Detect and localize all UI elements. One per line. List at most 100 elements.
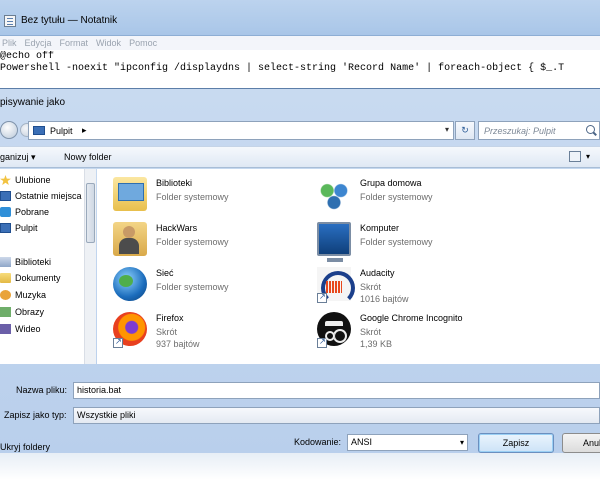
nav-item-desktop[interactable]: Pulpit — [0, 221, 38, 235]
file-name: Komputer — [360, 223, 400, 233]
file-item[interactable]: Sieć Folder systemowy — [113, 265, 343, 309]
notepad-icon — [4, 15, 16, 27]
nav-item-recent-places[interactable]: Ostatnie miejsca — [0, 189, 82, 203]
menu-edit[interactable]: Edycja — [25, 38, 52, 48]
views-icon[interactable] — [569, 151, 581, 162]
file-item[interactable]: Biblioteki Folder systemowy — [113, 175, 343, 219]
nav-item-label: Muzyka — [15, 290, 47, 300]
nav-scrollbar-thumb[interactable] — [86, 183, 95, 243]
dialog-footer: Ukryj foldery Kodowanie: ANSI ▾ Zapisz A… — [0, 426, 600, 454]
desktop-background — [0, 453, 600, 480]
menu-file[interactable]: Plik — [2, 38, 17, 48]
chevron-down-icon: ▾ — [459, 438, 464, 447]
save-as-dialog: pisywanie jako Pulpit ▸ ▾ ↻ Przeszukaj: … — [0, 88, 600, 453]
video-icon — [0, 324, 11, 334]
file-name: Google Chrome Incognito — [360, 313, 463, 323]
text-editor[interactable]: @echo off Powershell -noexit "ipconfig /d… — [0, 51, 600, 83]
search-icon — [586, 125, 595, 134]
search-input[interactable]: Przeszukaj: Pulpit — [478, 121, 600, 140]
chrome-incognito-icon — [317, 312, 351, 348]
nav-item-video[interactable]: Wideo — [0, 322, 41, 336]
nav-item-music[interactable]: Muzyka — [0, 288, 46, 302]
file-type: Folder systemowy — [360, 192, 433, 202]
navigation-pane: Ulubione Ostatnie miejsca Pobrane Pulpit… — [0, 169, 96, 364]
menu-bar: Plik Edycja Format Widok Pomoc — [0, 36, 600, 50]
downloads-icon — [0, 207, 11, 217]
audacity-icon — [317, 267, 355, 305]
nav-item-label: Dokumenty — [15, 273, 61, 283]
nav-item-pictures[interactable]: Obrazy — [0, 305, 44, 319]
file-size: 1,39 KB — [360, 339, 393, 349]
desktop-icon — [33, 126, 45, 135]
menu-view[interactable]: Widok — [96, 38, 121, 48]
nav-item-downloads[interactable]: Pobrane — [0, 205, 49, 219]
address-location[interactable]: Pulpit — [50, 126, 73, 136]
address-dropdown-icon[interactable]: ▾ — [445, 125, 449, 134]
shortcut-arrow-icon — [317, 292, 327, 303]
file-item[interactable]: Grupa domowa Folder systemowy — [317, 175, 547, 219]
nav-item-label: Wideo — [15, 324, 41, 334]
star-icon — [0, 175, 11, 185]
file-name: Firefox — [156, 313, 184, 323]
nav-item-label: Biblioteki — [15, 257, 52, 267]
firefox-icon — [113, 312, 147, 348]
breadcrumb-chevron-icon[interactable]: ▸ — [82, 125, 87, 136]
file-name: Sieć — [156, 268, 174, 278]
file-type: Folder systemowy — [156, 237, 229, 247]
menu-help[interactable]: Pomoc — [129, 38, 157, 48]
file-list: Biblioteki Folder systemowy Grupa domowa… — [97, 169, 600, 364]
libraries-icon — [0, 257, 11, 267]
file-size: 937 bajtów — [156, 339, 200, 349]
hide-folders-toggle[interactable]: Ukryj foldery — [0, 442, 50, 452]
encoding-select[interactable]: ANSI ▾ — [347, 434, 468, 451]
computer-icon — [317, 222, 351, 262]
nav-item-label: Pulpit — [15, 223, 38, 233]
shortcut-arrow-icon — [113, 337, 123, 348]
save-button[interactable]: Zapisz — [478, 433, 554, 453]
nav-item-documents[interactable]: Dokumenty — [0, 271, 61, 285]
menu-format[interactable]: Format — [60, 38, 89, 48]
libraries-folder-icon — [113, 177, 147, 211]
network-icon — [113, 267, 147, 301]
text-line: @echo off — [0, 51, 55, 62]
nav-item-label: Pobrane — [15, 207, 50, 217]
toolbar: ganizuj ▾ Nowy folder ▾ — [0, 146, 600, 168]
refresh-icon: ↻ — [461, 125, 469, 135]
cancel-button[interactable]: Anul — [562, 433, 600, 453]
nav-item-label: Ostatnie miejsca — [15, 191, 82, 201]
shortcut-arrow-icon — [317, 337, 327, 348]
views-dropdown-icon[interactable]: ▾ — [586, 152, 590, 161]
file-item[interactable]: Komputer Folder systemowy — [317, 220, 547, 264]
nav-scrollbar[interactable] — [84, 169, 96, 364]
encoding-label: Kodowanie: — [294, 437, 342, 447]
file-name: Audacity — [360, 268, 395, 278]
nav-item-libraries[interactable]: Biblioteki — [0, 255, 51, 269]
filename-field[interactable]: historia.bat — [73, 382, 600, 399]
dialog-body: Pulpit ▸ ▾ ↻ Przeszukaj: Pulpit ganizuj … — [0, 114, 600, 454]
nav-item-favorites[interactable]: Ulubione — [0, 173, 51, 187]
file-item[interactable]: Firefox Skrót 937 bajtów — [113, 310, 343, 354]
navigation-row: Pulpit ▸ ▾ ↻ Przeszukaj: Pulpit — [0, 118, 600, 143]
organize-menu[interactable]: ganizuj ▾ — [0, 152, 36, 163]
nav-item-label: Obrazy — [15, 307, 45, 317]
window-title: Bez tytułu — Notatnik — [21, 15, 118, 26]
file-item[interactable]: Google Chrome Incognito Skrót 1,39 KB — [317, 310, 547, 354]
file-item[interactable]: HackWars Folder systemowy — [113, 220, 343, 264]
file-type: Skrót — [360, 327, 382, 337]
file-type: Folder systemowy — [156, 282, 229, 292]
refresh-button[interactable]: ↻ — [455, 121, 475, 140]
text-line: Powershell -noexit "ipconfig /displaydns… — [0, 63, 565, 74]
address-bar[interactable]: Pulpit ▸ ▾ — [28, 121, 454, 140]
filename-value: historia.bat — [77, 385, 122, 395]
file-size: 1016 bajtów — [360, 294, 409, 304]
back-button[interactable] — [0, 121, 18, 139]
file-item[interactable]: Audacity Skrót 1016 bajtów — [317, 265, 547, 309]
encoding-value: ANSI — [351, 437, 373, 447]
filetype-select[interactable]: Wszystkie pliki — [73, 407, 600, 424]
pictures-icon — [0, 307, 11, 317]
filename-label: Nazwa pliku: — [16, 385, 68, 395]
new-folder-button[interactable]: Nowy folder — [64, 152, 112, 162]
documents-icon — [0, 273, 11, 283]
filetype-label: Zapisz jako typ: — [4, 410, 67, 420]
filename-row: Nazwa pliku: historia.bat — [0, 380, 600, 400]
